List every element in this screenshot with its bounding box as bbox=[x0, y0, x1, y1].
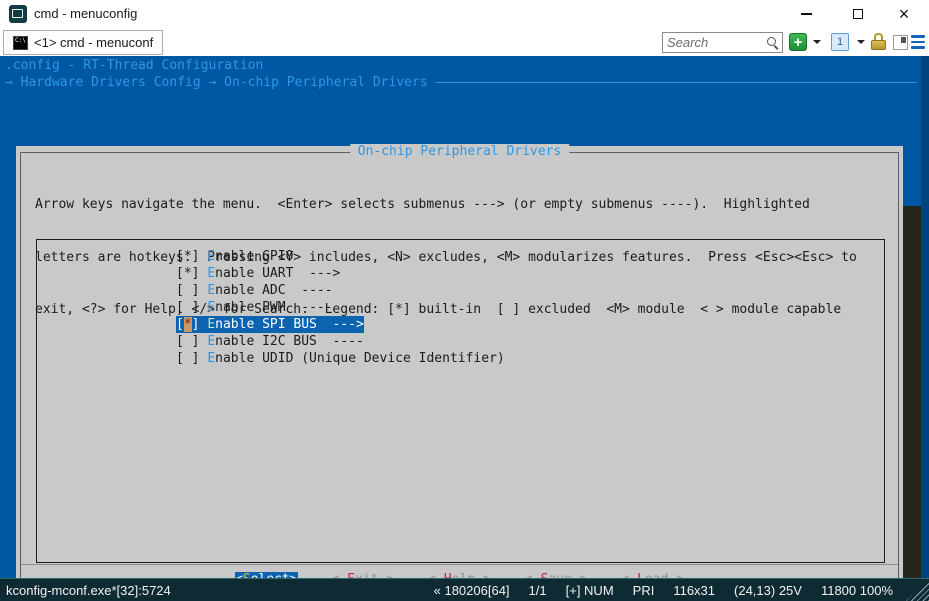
active-console-button[interactable]: 1 bbox=[831, 33, 849, 51]
panel-icon bbox=[893, 34, 908, 50]
menu-item-enable-gpio[interactable]: [*] Enable GPIO bbox=[176, 248, 293, 265]
menu-item-enable-spi-bus[interactable]: [*] Enable SPI BUS ---> bbox=[176, 316, 364, 333]
close-button[interactable]: × bbox=[884, 0, 924, 28]
menu-list-box: [*] Enable GPIO [*] Enable UART ---> [ ]… bbox=[36, 239, 885, 563]
lock-body bbox=[871, 40, 886, 50]
title-bar: cmd - menuconfig × bbox=[0, 0, 929, 28]
cmd-icon: C:\ bbox=[13, 35, 28, 50]
tab-label: <1> cmd - menuconf bbox=[34, 35, 154, 50]
terminal-cursor: * bbox=[183, 317, 192, 332]
minimize-icon bbox=[800, 13, 812, 15]
menuconfig-dialog: On-chip Peripheral Drivers Arrow keys na… bbox=[16, 144, 903, 601]
config-title-line: .config - RT-Thread Configuration bbox=[5, 58, 264, 73]
status-bar: kconfig-mconf.exe*[32]:5724 « 180206[64]… bbox=[0, 578, 929, 601]
menu-item-enable-pwm[interactable]: [ ] Enable PWM ---- bbox=[176, 299, 333, 316]
search-input[interactable] bbox=[663, 35, 766, 50]
breadcrumb-rule bbox=[435, 82, 917, 83]
status-encoding[interactable]: « 180206[64] bbox=[434, 583, 510, 598]
terminal-area[interactable]: .config - RT-Thread Configuration → Hard… bbox=[0, 56, 929, 601]
conemu-app-icon bbox=[9, 5, 27, 23]
status-console-size[interactable]: 116x31 bbox=[673, 583, 715, 598]
dialog-title: On-chip Peripheral Drivers bbox=[349, 144, 570, 159]
maximize-icon bbox=[853, 9, 863, 19]
minimize-button[interactable] bbox=[786, 0, 826, 28]
status-buffer-zoom[interactable]: 11800 100% bbox=[821, 583, 893, 598]
status-cursor-pos[interactable]: (24,13) 25V bbox=[734, 583, 802, 598]
search-icon[interactable] bbox=[766, 36, 779, 49]
menu-item-enable-adc[interactable]: [ ] Enable ADC ---- bbox=[176, 282, 333, 299]
menu-item-enable-uart[interactable]: [*] Enable UART ---> bbox=[176, 265, 340, 282]
instructions-line-1: Arrow keys navigate the menu. <Enter> se… bbox=[35, 197, 810, 212]
window-title: cmd - menuconfig bbox=[34, 6, 138, 21]
hamburger-menu-icon[interactable] bbox=[911, 33, 925, 51]
panel-toggle-icon[interactable] bbox=[893, 33, 908, 51]
console-list-dropdown-icon[interactable] bbox=[857, 40, 865, 44]
menu-list: [*] Enable GPIO [*] Enable UART ---> [ ]… bbox=[37, 240, 884, 367]
breadcrumb-text: → Hardware Drivers Config → On-chip Peri… bbox=[5, 75, 428, 90]
maximize-button[interactable] bbox=[838, 0, 878, 28]
new-console-dropdown-icon[interactable] bbox=[813, 40, 821, 44]
status-process[interactable]: kconfig-mconf.exe*[32]:5724 bbox=[0, 583, 171, 598]
lock-icon[interactable] bbox=[871, 33, 886, 50]
breadcrumb: → Hardware Drivers Config → On-chip Peri… bbox=[5, 75, 917, 90]
menu-item-enable-i2c-bus[interactable]: [ ] Enable I2C BUS ---- bbox=[176, 333, 364, 350]
buttons-separator bbox=[21, 564, 898, 565]
status-priority[interactable]: PRI bbox=[633, 583, 655, 598]
tab-cmd-menuconfig[interactable]: C:\ <1> cmd - menuconf bbox=[3, 30, 164, 55]
status-console-index[interactable]: 1/1 bbox=[529, 583, 547, 598]
dialog-border: On-chip Peripheral Drivers Arrow keys na… bbox=[20, 144, 899, 601]
status-segments: « 180206[64] 1/1 [+] NUM PRI 116x31 (24,… bbox=[434, 583, 929, 598]
new-console-button[interactable]: + bbox=[789, 33, 807, 51]
status-num-lock[interactable]: [+] NUM bbox=[566, 583, 614, 598]
scrollbar[interactable] bbox=[921, 56, 929, 578]
conemu-window: cmd - menuconfig × C:\ <1> cmd - menucon… bbox=[0, 0, 929, 601]
tab-bar: C:\ <1> cmd - menuconf + 1 bbox=[0, 28, 929, 56]
search-box bbox=[662, 32, 783, 53]
menu-item-enable-udid[interactable]: [ ] Enable UDID (Unique Device Identifie… bbox=[176, 350, 505, 367]
